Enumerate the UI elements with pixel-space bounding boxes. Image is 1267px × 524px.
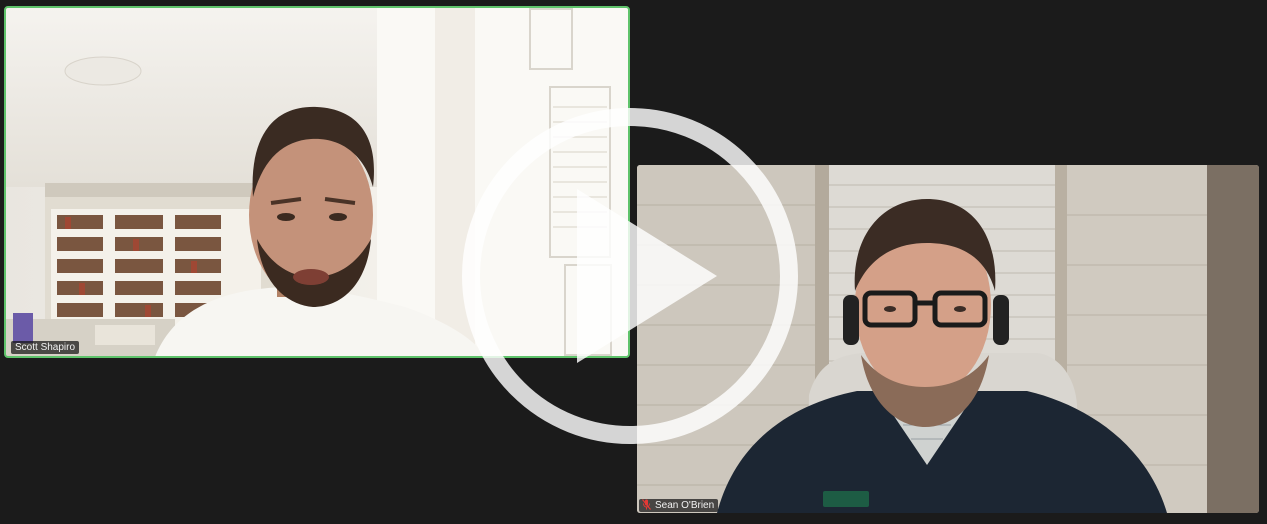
participant-name: Scott Shapiro <box>15 342 76 353</box>
play-button[interactable] <box>461 107 799 445</box>
video-call-stage: Scott Shapiro Sean O'Brien <box>0 0 1267 524</box>
play-icon <box>462 108 798 444</box>
mic-muted-icon <box>642 499 651 510</box>
participant-name-label: Scott Shapiro <box>11 341 80 354</box>
participant-name-label: Sean O'Brien <box>639 499 719 512</box>
participant-name: Sean O'Brien <box>655 500 715 511</box>
